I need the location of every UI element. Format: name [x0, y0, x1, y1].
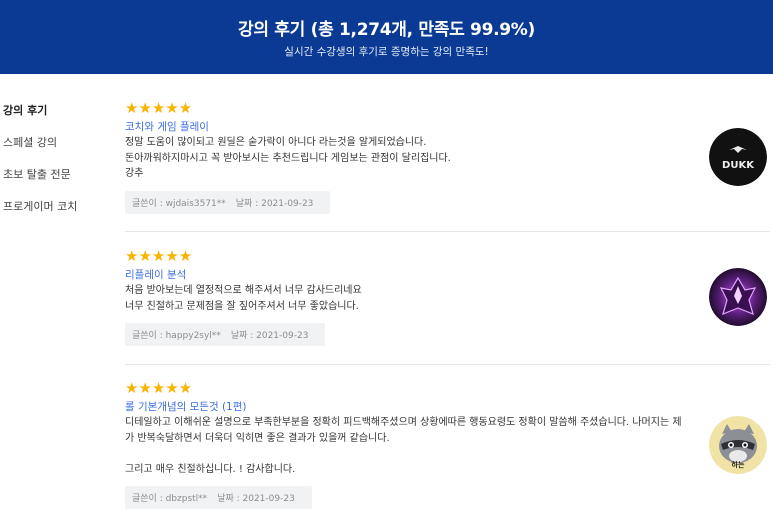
raccoon-icon: 하는: [709, 416, 767, 474]
review-course-link[interactable]: 코치와 게임 플레이: [125, 120, 770, 135]
review-text-line: 처음 받아보는데 열정적으로 해주셔서 너무 감사드리네요: [125, 285, 362, 296]
review-text-line: 돈아까워하지마시고 꼭 받아보시는 추천드립니다 게임보는 관점이 달리집니다.: [125, 152, 451, 164]
svg-text:DUKK: DUKK: [722, 160, 755, 171]
review-divider: [125, 231, 770, 232]
review-text-line: 그리고 매우 친절하십니다. ! 감사합니다.: [125, 463, 296, 475]
review-author: 글쓴이 : wjdais3571**: [132, 198, 226, 209]
review-author: 글쓴이 : happy2syl**: [132, 331, 221, 341]
review-author: 글쓴이 : dbzpstl**: [132, 494, 208, 504]
review-text-line: 강추: [125, 168, 144, 179]
review-date: 날짜 : 2021-09-23: [235, 198, 314, 209]
review-body: 처음 받아보는데 열정적으로 해주셔서 너무 감사드리네요 너무 친절하고 문제…: [125, 283, 690, 314]
purple-emblem-icon: [709, 268, 767, 326]
review-date: 날짜 : 2021-09-23: [230, 331, 309, 341]
star-rating: ★★★★★: [125, 247, 193, 265]
review-divider: [125, 364, 770, 365]
review-body: 디테일하고 이해쉬운 설명으로 부족한부분을 정확히 피드백해주셨으며 상황에따…: [125, 415, 690, 477]
reviewer-avatar: DUKK: [709, 128, 767, 186]
star-rating: ★★★★★: [125, 379, 193, 397]
page-title: 강의 후기 (총 1,274개, 만족도 99.9%): [238, 20, 535, 40]
review-body: 정말 도움이 많이되고 원딜은 숟가락이 아니다 라는것을 알게되었습니다. 돈…: [125, 135, 690, 182]
sidebar-item-beginner-escape[interactable]: 초보 탈출 전문: [3, 166, 113, 198]
review-meta: 글쓴이 : dbzpstl** 날짜 : 2021-09-23: [125, 486, 312, 509]
review-card: ★★★★★ 코치와 게임 플레이 정말 도움이 많이되고 원딜은 숟가락이 아니…: [125, 100, 770, 214]
reviewer-avatar: [709, 268, 767, 326]
svg-text:하는: 하는: [732, 460, 745, 469]
review-course-link[interactable]: 리플레이 분석: [125, 268, 770, 283]
review-meta: 글쓴이 : happy2syl** 날짜 : 2021-09-23: [125, 323, 326, 346]
reviewer-avatar: 하는: [709, 416, 767, 474]
reviews-banner: 강의 후기 (총 1,274개, 만족도 99.9%) 실시간 수강생의 후기로…: [0, 0, 773, 74]
review-text-line: 너무 친절하고 문제점을 잘 짚어주셔서 너무 좋았습니다.: [125, 300, 359, 312]
review-card: ★★★★★ 롤 기본개념의 모든것 (1편) 디테일하고 이해쉬운 설명으로 부…: [125, 380, 770, 509]
review-date: 날짜 : 2021-09-23: [217, 494, 295, 504]
star-rating: ★★★★★: [125, 99, 193, 117]
sidebar-item-reviews[interactable]: 강의 후기: [3, 102, 113, 134]
page-subtitle: 실시간 수강생의 후기로 증명하는 강의 만족도!: [284, 46, 489, 58]
sidebar-nav: 강의 후기 스페셜 강의 초보 탈출 전문 프로게이머 코치: [3, 102, 113, 230]
review-course-link[interactable]: 롤 기본개념의 모든것 (1편): [125, 400, 770, 415]
sidebar-item-pro-coach[interactable]: 프로게이머 코치: [3, 198, 113, 230]
review-text-line: 정말 도움이 많이되고 원딜은 숟가락이 아니다 라는것을 알게되었습니다.: [125, 137, 427, 148]
sidebar-item-special-lecture[interactable]: 스페셜 강의: [3, 134, 113, 166]
review-meta: 글쓴이 : wjdais3571** 날짜 : 2021-09-23: [125, 190, 331, 214]
dukk-logo-icon: DUKK: [709, 128, 767, 186]
review-card: ★★★★★ 리플레이 분석 처음 받아보는데 열정적으로 해주셔서 너무 감사드…: [125, 248, 770, 346]
review-text-line: 디테일하고 이해쉬운 설명으로 부족한부분을 정확히 피드백해주셨으며 상황에따…: [125, 417, 682, 444]
